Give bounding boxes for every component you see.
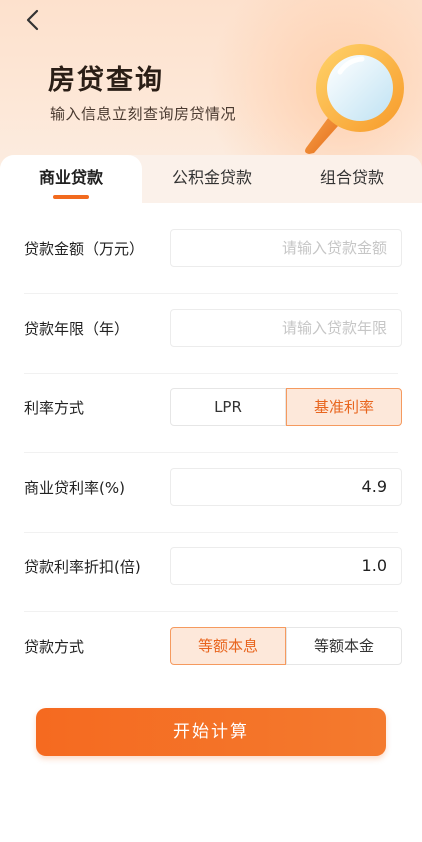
divider	[24, 532, 398, 533]
tab-label: 商业贷款	[38, 168, 103, 187]
back-button[interactable]	[22, 8, 46, 32]
repay-method-row: 贷款方式 等额本息 等额本金	[24, 627, 402, 667]
rate-method-row: 利率方式 LPR 基准利率	[24, 388, 402, 428]
repay-option-equal-principal[interactable]: 等额本金	[286, 627, 402, 665]
divider	[24, 293, 398, 294]
active-tab-indicator	[53, 195, 89, 199]
page-title: 房贷查询	[48, 65, 164, 96]
loan-term-label: 贷款年限（年）	[24, 320, 130, 338]
divider	[24, 611, 398, 612]
loan-term-row: 贷款年限（年） 请输入贷款年限	[24, 309, 402, 349]
loan-amount-row: 贷款金额（万元） 请输入贷款金额	[24, 229, 402, 269]
loan-type-tabs: 商业贷款 公积金贷款 组合贷款	[0, 155, 422, 203]
rate-option-benchmark[interactable]: 基准利率	[286, 388, 402, 426]
loan-amount-input[interactable]: 请输入贷款金额	[170, 229, 402, 267]
repay-option-equal-installment[interactable]: 等额本息	[170, 627, 286, 665]
divider	[24, 452, 398, 453]
chevron-left-icon	[26, 9, 39, 31]
rate-discount-row: 贷款利率折扣(倍) 1.0	[24, 547, 402, 587]
repay-method-label: 贷款方式	[24, 638, 85, 656]
tab-label: 公积金贷款	[171, 168, 252, 187]
rate-discount-input[interactable]: 1.0	[170, 547, 402, 585]
tab-label: 组合贷款	[319, 168, 384, 187]
rate-option-lpr[interactable]: LPR	[170, 388, 286, 426]
divider	[24, 373, 398, 374]
magnifier-icon	[305, 44, 404, 154]
page-subtitle: 输入信息立刻查询房贷情况	[50, 105, 237, 123]
commercial-rate-input[interactable]: 4.9	[170, 468, 402, 506]
rate-discount-label: 贷款利率折扣(倍)	[24, 558, 141, 576]
rate-method-label: 利率方式	[24, 399, 85, 417]
commercial-rate-row: 商业贷利率(%) 4.9	[24, 468, 402, 508]
loan-amount-label: 贷款金额（万元）	[24, 240, 145, 258]
tab-commercial-loan[interactable]: 商业贷款	[0, 155, 142, 203]
tab-provident-fund-loan[interactable]: 公积金贷款	[142, 155, 282, 203]
start-calculation-button[interactable]: 开始计算	[36, 708, 386, 756]
loan-term-input[interactable]: 请输入贷款年限	[170, 309, 402, 347]
tab-combined-loan[interactable]: 组合贷款	[282, 155, 422, 203]
commercial-rate-label: 商业贷利率(%)	[24, 479, 125, 497]
